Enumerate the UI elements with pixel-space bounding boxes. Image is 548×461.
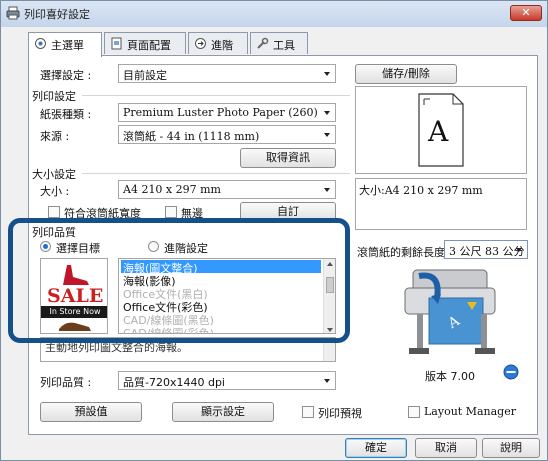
wrench-icon xyxy=(257,37,269,49)
print-preview-checkbox[interactable] xyxy=(302,406,314,418)
printer-illustration: A xyxy=(404,269,496,354)
size-label: 大小 : xyxy=(40,185,70,198)
window-title: 列印喜好設定 xyxy=(24,8,90,21)
tab-main[interactable]: 主選單 xyxy=(28,32,102,57)
paper-type-dropdown[interactable]: Premium Luster Photo Paper (260) xyxy=(118,103,336,122)
save-delete-button[interactable]: 儲存/刪除 xyxy=(355,64,457,84)
print-quality-label: 列印品質 : xyxy=(40,376,92,389)
select-settings-dropdown[interactable]: 目前設定 xyxy=(118,64,336,83)
defaults-button[interactable]: 預設值 xyxy=(40,402,142,422)
show-settings-button[interactable]: 顯示設定 xyxy=(172,402,274,422)
close-button[interactable]: ✕ xyxy=(510,5,542,21)
tab-advanced-label: 進階 xyxy=(211,39,233,52)
print-quality-dropdown[interactable]: 品質-720x1440 dpi xyxy=(118,371,336,390)
layout-manager-label: Layout Manager xyxy=(424,405,516,418)
print-preview-label: 列印預視 xyxy=(318,407,362,420)
paper-preview: A xyxy=(355,86,527,174)
remaining-length-label: 滾筒紙的剩餘長度: xyxy=(357,246,449,259)
source-dropdown[interactable]: 滾筒紙 - 44 in (1118 mm) xyxy=(118,125,336,144)
info-arrow-icon[interactable] xyxy=(503,364,519,380)
main-tab-icon xyxy=(35,38,46,49)
layout-manager-checkbox[interactable] xyxy=(408,406,420,418)
select-settings-label: 選擇設定 : xyxy=(40,69,92,82)
driver-version: 版本 7.00 xyxy=(425,370,475,383)
size-info-text: 大小:A4 210 x 297 mm xyxy=(359,184,483,197)
group-divider xyxy=(82,95,350,96)
tab-page-layout[interactable]: 頁面配置 xyxy=(104,32,186,54)
ok-button[interactable]: 確定 xyxy=(345,438,407,458)
help-button[interactable]: 說明 xyxy=(482,438,540,458)
size-info-box: 大小:A4 210 x 297 mm xyxy=(355,178,527,230)
advanced-icon xyxy=(195,38,206,49)
cancel-button[interactable]: 取消 xyxy=(415,438,477,458)
get-info-button[interactable]: 取得資訊 xyxy=(240,148,336,168)
size-dropdown[interactable]: A4 210 x 297 mm xyxy=(118,180,336,199)
remaining-length-value: 3 公尺 83 公分 xyxy=(444,240,528,259)
printer-icon xyxy=(6,6,20,20)
paper-type-label: 紙張種類 : xyxy=(40,108,92,121)
print-quality-highlight xyxy=(8,218,350,343)
tab-tools[interactable]: 工具 xyxy=(250,32,308,54)
borderless-checkbox[interactable] xyxy=(165,206,177,218)
tab-tools-label: 工具 xyxy=(273,39,295,52)
tab-page-layout-label: 頁面配置 xyxy=(127,39,171,52)
group-divider xyxy=(82,173,350,174)
fit-roll-width-checkbox[interactable] xyxy=(48,206,60,218)
page-layout-icon xyxy=(111,37,122,50)
print-settings-group-label: 列印設定 xyxy=(32,90,76,103)
tab-main-label: 主選單 xyxy=(51,39,84,52)
source-label: 來源 : xyxy=(40,130,70,143)
tab-advanced[interactable]: 進階 xyxy=(188,32,248,54)
size-settings-group-label: 大小設定 xyxy=(32,168,76,181)
paper-letter: A xyxy=(428,115,449,148)
